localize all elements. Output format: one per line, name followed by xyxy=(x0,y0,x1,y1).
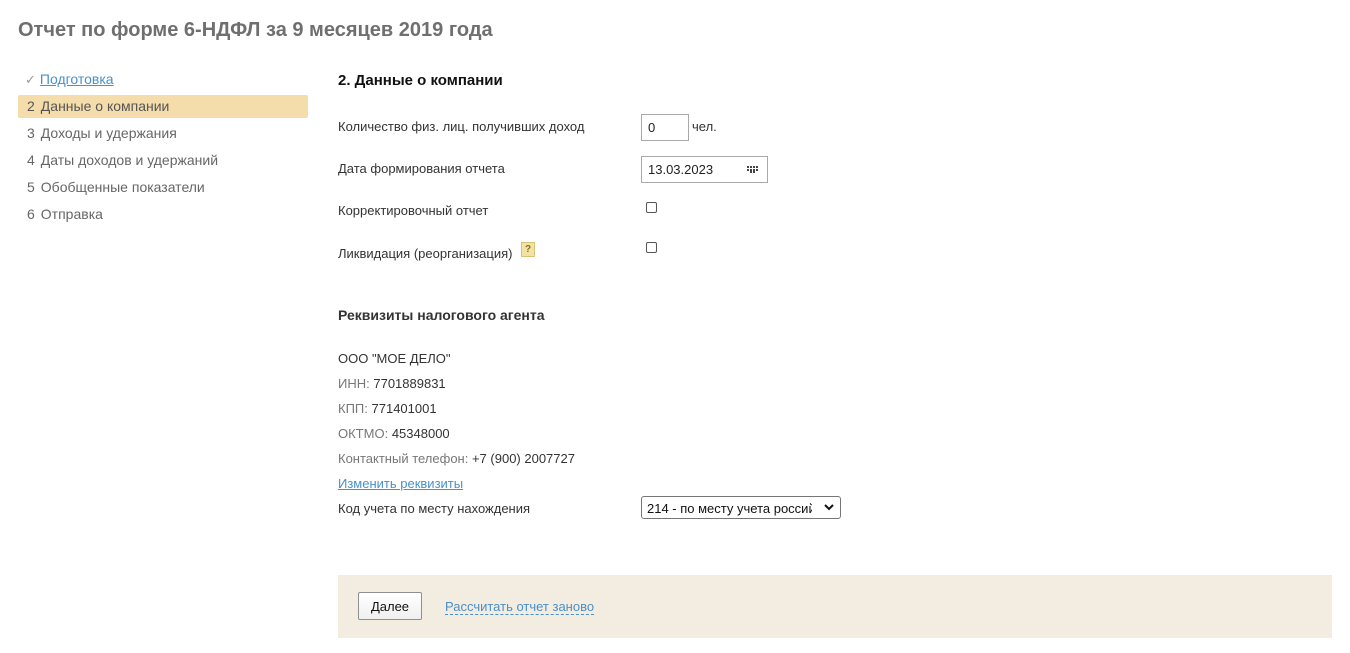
checkmark-icon: ✓ xyxy=(25,72,36,87)
step-label: Данные о компании xyxy=(40,98,170,114)
step-label: Даты доходов и удержаний xyxy=(40,152,219,168)
oktmo-label: ОКТМО: xyxy=(338,426,389,441)
phone-line: Контактный телефон: +7 (900) 2007727 xyxy=(338,451,575,466)
oktmo-line: ОКТМО: 45348000 xyxy=(338,426,450,441)
step-preparation[interactable]: ✓ Подготовка xyxy=(18,68,308,91)
kpp-value: 771401001 xyxy=(371,401,437,416)
liquidation-checkbox[interactable] xyxy=(646,242,657,253)
correction-report-checkbox[interactable] xyxy=(646,202,657,213)
step-number: 4 xyxy=(27,152,35,168)
calendar-icon[interactable] xyxy=(747,166,758,173)
phone-label: Контактный телефон: xyxy=(338,451,469,466)
step-income-dates[interactable]: 4 Даты доходов и удержаний xyxy=(18,149,308,172)
action-footer: Далее Рассчитать отчет заново xyxy=(338,575,1332,638)
step-summary-indicators[interactable]: 5 Обобщенные показатели xyxy=(18,176,308,199)
wizard-steps: ✓ Подготовка 2 Данные о компании 3 Доходы и… xyxy=(18,68,308,230)
step-sending[interactable]: 6 Отправка xyxy=(18,203,308,226)
registration-code-select[interactable]: 214 - по месту учета российской организа… xyxy=(641,496,841,519)
persons-count-label: Количество физ. лиц. получивших доход xyxy=(338,119,585,134)
step-number: 3 xyxy=(27,125,35,141)
registration-code-value: 214 - по месту учета российской организа… xyxy=(647,501,812,516)
recalculate-link[interactable]: Рассчитать отчет заново xyxy=(445,599,595,615)
report-date-label: Дата формирования отчета xyxy=(338,161,505,176)
step-number: 2 xyxy=(27,98,35,114)
page-title: Отчет по форме 6-НДФЛ за 9 месяцев 2019 … xyxy=(18,19,493,41)
kpp-label: КПП: xyxy=(338,401,368,416)
step-number: 5 xyxy=(27,179,35,195)
edit-requisites-link[interactable]: Изменить реквизиты xyxy=(338,476,463,491)
help-icon[interactable]: ? xyxy=(521,242,535,257)
step-label: Обобщенные показатели xyxy=(40,179,205,195)
kpp-line: КПП: 771401001 xyxy=(338,401,437,416)
tax-agent-heading: Реквизиты налогового агента xyxy=(338,307,545,323)
step-label: Доходы и удержания xyxy=(40,125,177,141)
correction-report-label: Корректировочный отчет xyxy=(338,203,489,218)
report-date-field[interactable]: 13.03.2023 xyxy=(641,156,768,183)
persons-unit: чел. xyxy=(692,119,717,134)
inn-line: ИНН: 7701889831 xyxy=(338,376,446,391)
oktmo-value: 45348000 xyxy=(391,426,450,441)
step-company-data[interactable]: 2 Данные о компании xyxy=(18,95,308,118)
section-heading: 2. Данные о компании xyxy=(338,72,503,89)
registration-code-label: Код учета по месту нахождения xyxy=(338,501,531,516)
step-label: Отправка xyxy=(40,206,103,222)
report-date-value: 13.03.2023 xyxy=(648,162,714,177)
phone-value: +7 (900) 2007727 xyxy=(471,451,575,466)
step-number: 6 xyxy=(27,206,35,222)
persons-count-input[interactable] xyxy=(641,114,689,141)
step-income-deductions[interactable]: 3 Доходы и удержания xyxy=(18,122,308,145)
next-button[interactable]: Далее xyxy=(358,592,422,620)
company-name: ООО "МОЕ ДЕЛО" xyxy=(338,351,451,366)
chevron-down-icon xyxy=(824,504,834,511)
inn-value: 7701889831 xyxy=(373,376,446,391)
step-label-link[interactable]: Подготовка xyxy=(40,71,114,87)
inn-label: ИНН: xyxy=(338,376,370,391)
edit-requisites-line: Изменить реквизиты xyxy=(338,476,463,491)
liquidation-label: Ликвидация (реорганизация) xyxy=(338,246,513,261)
